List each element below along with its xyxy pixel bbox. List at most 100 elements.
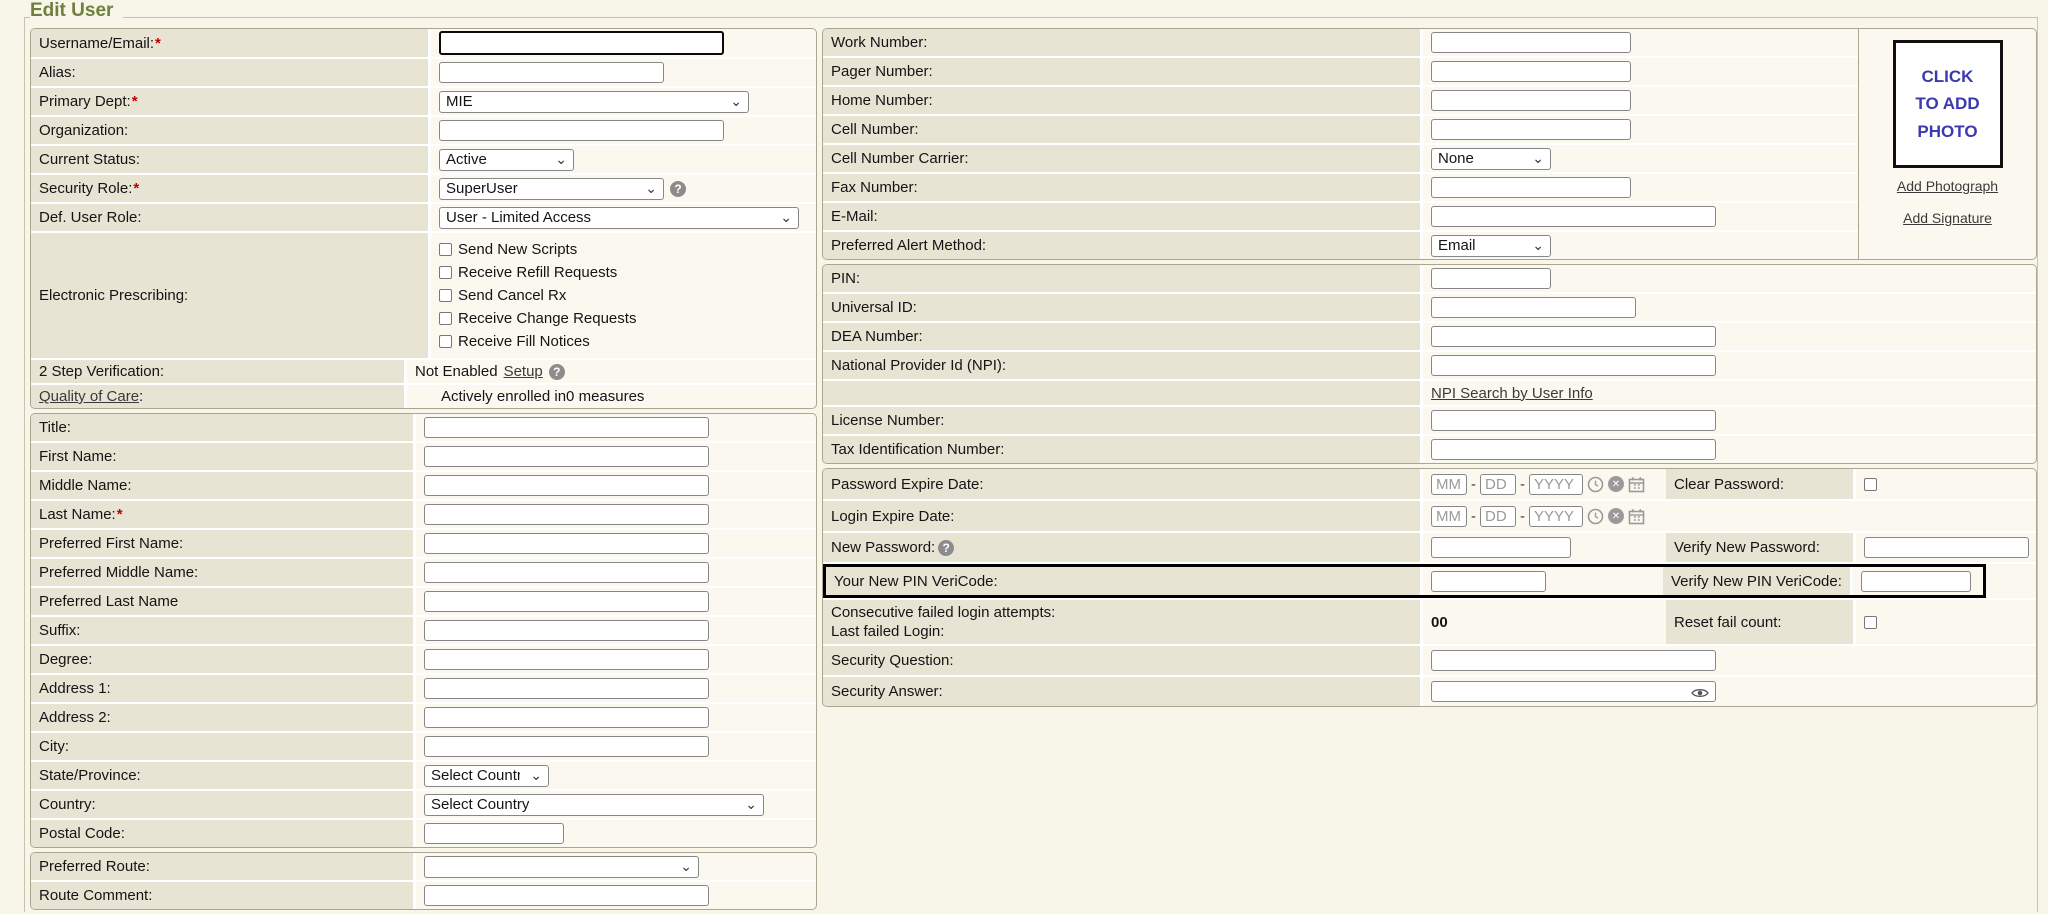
work-number-input[interactable] [1431, 32, 1631, 53]
state-province-select[interactable]: Select Country [424, 765, 549, 787]
receive-fill-notices-checkbox[interactable] [439, 335, 452, 348]
receive-change-requests-checkbox[interactable] [439, 312, 452, 325]
country-label: Country: [39, 796, 96, 813]
preferred-route-row: Preferred Route: [31, 853, 816, 882]
required-marker: * [132, 93, 138, 110]
def-user-role-select[interactable]: User - Limited Access [439, 207, 799, 229]
login-expire-dd-input[interactable] [1480, 506, 1516, 527]
page-title: Edit User [30, 0, 123, 22]
login-expire-label: Login Expire Date: [831, 508, 954, 525]
fax-number-input[interactable] [1431, 177, 1631, 198]
cell-number-input[interactable] [1431, 119, 1631, 140]
middle-name-input[interactable] [424, 475, 709, 496]
pin-vericode-highlight: Your New PIN VeriCode: Verify New PIN Ve… [823, 564, 1986, 598]
login-expire-clock-icon[interactable] [1587, 508, 1604, 525]
postal-code-row: Postal Code: [31, 820, 816, 847]
reset-fail-count-checkbox[interactable] [1864, 616, 1877, 629]
npi-input[interactable] [1431, 355, 1716, 376]
address1-row: Address 1: [31, 675, 816, 704]
address2-input[interactable] [424, 707, 709, 728]
new-password-help-icon[interactable] [938, 540, 954, 556]
required-marker: * [133, 180, 139, 197]
cell-carrier-select[interactable]: None [1431, 148, 1551, 170]
password-expire-calendar-icon[interactable] [1628, 476, 1645, 493]
login-expire-yyyy-input[interactable] [1529, 506, 1583, 527]
postal-code-input[interactable] [424, 823, 564, 844]
preferred-last-name-row: Preferred Last Name [31, 588, 816, 617]
login-expire-mm-input[interactable] [1431, 506, 1467, 527]
primary-dept-select[interactable]: MIE [439, 91, 749, 113]
quality-of-care-link[interactable]: Quality of Care [39, 388, 139, 405]
security-role-help-icon[interactable] [670, 181, 686, 197]
degree-row: Degree: [31, 646, 816, 675]
suffix-input[interactable] [424, 620, 709, 641]
clear-password-checkbox[interactable] [1864, 478, 1877, 491]
password-expire-mm-input[interactable] [1431, 474, 1467, 495]
city-input[interactable] [424, 736, 709, 757]
username-input[interactable] [439, 31, 724, 55]
last-name-row: Last Name:* [31, 501, 816, 530]
city-row: City: [31, 733, 816, 762]
receive-refill-requests-checkbox[interactable] [439, 266, 452, 279]
preferred-last-name-label: Preferred Last Name [39, 593, 178, 610]
preferred-middle-name-input[interactable] [424, 562, 709, 583]
password-expire-yyyy-input[interactable] [1529, 474, 1583, 495]
country-select[interactable]: Select Country [424, 794, 764, 816]
pin-input[interactable] [1431, 268, 1551, 289]
password-expire-clock-icon[interactable] [1587, 476, 1604, 493]
preferred-alert-method-select[interactable]: Email [1431, 235, 1551, 257]
first-name-input[interactable] [424, 446, 709, 467]
show-password-eye-icon[interactable] [1691, 686, 1709, 703]
verify-new-pin-vericode-input[interactable] [1861, 571, 1971, 592]
organization-input[interactable] [439, 120, 724, 141]
your-new-pin-vericode-input[interactable] [1431, 571, 1546, 592]
send-new-scripts-checkbox[interactable] [439, 243, 452, 256]
dea-number-input[interactable] [1431, 326, 1716, 347]
two-step-help-icon[interactable] [549, 364, 565, 380]
last-name-input[interactable] [424, 504, 709, 525]
route-comment-label: Route Comment: [39, 887, 152, 904]
title-input[interactable] [424, 417, 709, 438]
pager-number-input[interactable] [1431, 61, 1631, 82]
address1-input[interactable] [424, 678, 709, 699]
verify-new-pin-vericode-label: Verify New PIN VeriCode: [1671, 573, 1842, 590]
add-photograph-link[interactable]: Add Photograph [1897, 178, 1998, 194]
login-expire-calendar-icon[interactable] [1628, 508, 1645, 525]
alias-input[interactable] [439, 62, 664, 83]
npi-search-link[interactable]: NPI Search by User Info [1431, 385, 1593, 402]
security-role-row: Security Role:* SuperUser [31, 175, 816, 204]
tax-id-input[interactable] [1431, 439, 1716, 460]
email-input[interactable] [1431, 206, 1716, 227]
two-step-label: 2 Step Verification: [39, 363, 164, 380]
fax-number-row: Fax Number: [823, 174, 1858, 203]
add-signature-link[interactable]: Add Signature [1903, 210, 1992, 226]
universal-id-input[interactable] [1431, 297, 1636, 318]
route-comment-input[interactable] [424, 885, 709, 906]
password-group: Password Expire Date: - - Clear Password… [822, 468, 2037, 707]
state-province-label: State/Province: [39, 767, 141, 784]
security-question-row: Security Question: [823, 646, 2036, 677]
security-answer-input[interactable] [1431, 681, 1716, 702]
password-expire-clear-icon[interactable] [1608, 476, 1624, 492]
preferred-first-name-input[interactable] [424, 533, 709, 554]
add-photo-box[interactable]: CLICK TO ADD PHOTO [1893, 40, 2003, 168]
send-cancel-rx-checkbox[interactable] [439, 289, 452, 302]
home-number-input[interactable] [1431, 90, 1631, 111]
dea-number-row: DEA Number: [823, 323, 2036, 352]
current-status-select[interactable]: Active [439, 149, 574, 171]
security-question-input[interactable] [1431, 650, 1716, 671]
degree-input[interactable] [424, 649, 709, 670]
preferred-route-select[interactable] [424, 856, 699, 878]
license-number-label: License Number: [831, 412, 944, 429]
preferred-last-name-input[interactable] [424, 591, 709, 612]
security-role-select[interactable]: SuperUser [439, 178, 664, 200]
two-step-setup-link[interactable]: Setup [504, 363, 543, 380]
license-number-input[interactable] [1431, 410, 1716, 431]
route-group: Preferred Route: Route Comment: [30, 852, 817, 910]
password-expire-dd-input[interactable] [1480, 474, 1516, 495]
failed-attempts-value: 00 [1431, 614, 1448, 631]
new-password-input[interactable] [1431, 537, 1571, 558]
cell-carrier-row: Cell Number Carrier: None [823, 145, 1858, 174]
login-expire-clear-icon[interactable] [1608, 508, 1624, 524]
verify-new-password-input[interactable] [1864, 537, 2029, 558]
